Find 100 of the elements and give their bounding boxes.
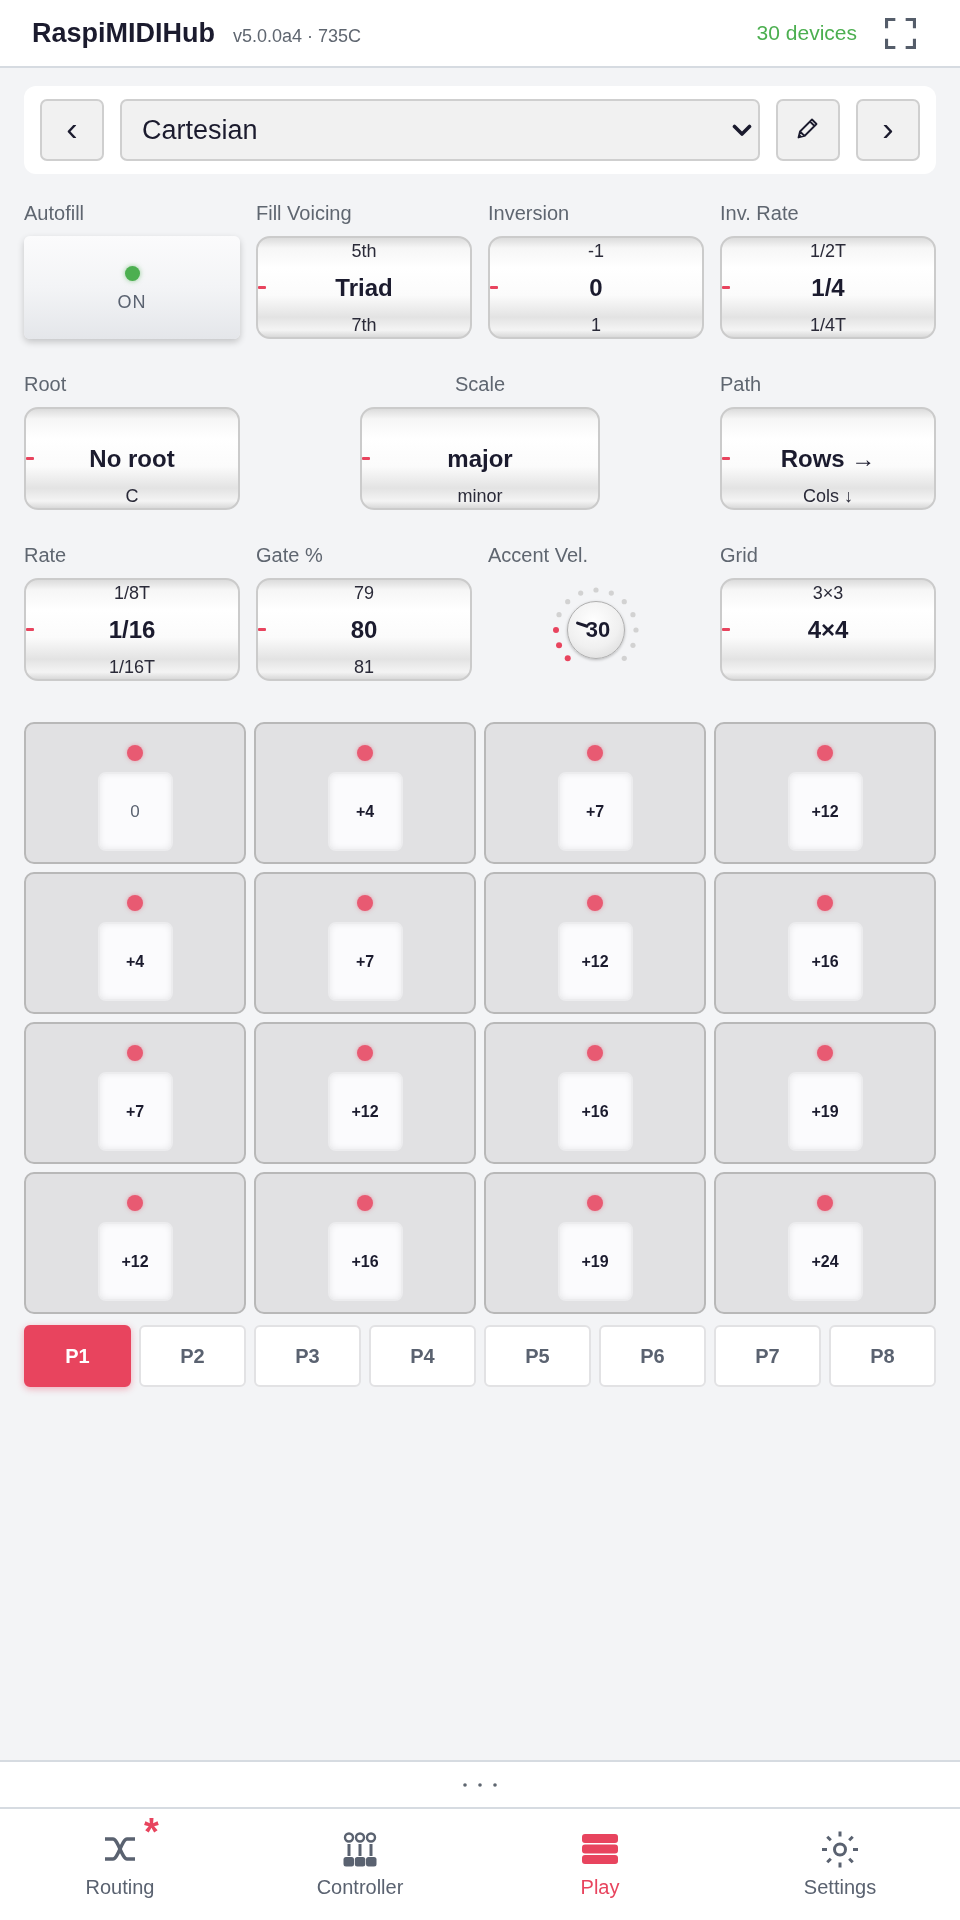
previous-value: 79 — [354, 583, 374, 603]
led-icon — [357, 895, 373, 911]
previous-value: 1/2T — [810, 241, 846, 261]
led-icon — [587, 1195, 603, 1211]
led-icon — [127, 1045, 143, 1061]
step-pad[interactable]: +16 — [714, 872, 936, 1014]
current-value: 1/4 — [811, 274, 845, 301]
marker-icon — [362, 456, 370, 460]
step-pad[interactable]: 0 — [24, 722, 246, 864]
interval-key[interactable]: +16 — [327, 1222, 403, 1301]
pattern-button[interactable]: P1 — [24, 1325, 131, 1387]
step-pad[interactable]: +19 — [714, 1022, 936, 1164]
interval-key[interactable]: +12 — [787, 772, 863, 851]
interval-key[interactable]: +24 — [787, 1222, 863, 1301]
previous-value: 3×3 — [812, 583, 844, 603]
current-value: Triad — [335, 274, 393, 301]
interval-key[interactable]: +7 — [557, 772, 633, 851]
interval-key[interactable]: +16 — [557, 1072, 633, 1151]
interval-key[interactable]: +7 — [97, 1072, 173, 1151]
previous-button[interactable]: ‹ — [40, 99, 104, 161]
version-text: v5.0.0a4 · 735C — [233, 24, 362, 48]
step-pad[interactable]: +4 — [24, 872, 246, 1014]
led-icon — [357, 1045, 373, 1061]
marker-icon — [722, 285, 730, 289]
interval-key[interactable]: +19 — [557, 1222, 633, 1301]
nav-tab[interactable]: Play — [480, 1809, 720, 1920]
value-spinner[interactable]: major minor — [360, 407, 600, 510]
control-label: Grid — [720, 544, 758, 566]
fullscreen-icon[interactable] — [885, 17, 916, 49]
interval-key[interactable]: 0 — [97, 772, 173, 851]
marker-icon — [26, 456, 34, 460]
pattern-button[interactable]: P4 — [369, 1325, 476, 1387]
control-label: Rate — [24, 544, 67, 566]
current-value: 0 — [589, 274, 603, 301]
interval-key[interactable]: +19 — [787, 1072, 863, 1151]
interval-key[interactable]: +12 — [97, 1222, 173, 1301]
pattern-button[interactable]: P6 — [599, 1325, 706, 1387]
nav-tab[interactable]: Controller — [240, 1809, 480, 1920]
interval-key[interactable]: +4 — [327, 772, 403, 851]
control-label: Inversion — [488, 202, 570, 224]
led-icon — [127, 745, 143, 761]
device-count: 30 devices — [756, 20, 857, 47]
crossed-paths-icon — [104, 1836, 136, 1862]
step-pad[interactable]: +12 — [714, 722, 936, 864]
next-value: 7th — [351, 315, 377, 335]
toggle-button[interactable]: ON — [24, 236, 240, 339]
control-label: Accent Vel. — [488, 544, 589, 566]
current-value: 1/16 — [108, 616, 156, 643]
pattern-button[interactable]: P5 — [484, 1325, 591, 1387]
marker-icon — [26, 627, 34, 631]
pattern-button[interactable]: P3 — [254, 1325, 361, 1387]
edit-button[interactable] — [776, 99, 840, 161]
current-value: Rows → — [780, 445, 876, 472]
step-pad[interactable]: +7 — [24, 1022, 246, 1164]
marker-icon — [490, 285, 498, 289]
interval-key[interactable]: +12 — [327, 1072, 403, 1151]
step-pad[interactable]: +16 — [484, 1022, 706, 1164]
drag-handle-icon[interactable] — [463, 1782, 497, 1787]
next-value: minor — [457, 486, 503, 506]
step-pad[interactable]: +12 — [484, 872, 706, 1014]
pattern-button[interactable]: P8 — [829, 1325, 936, 1387]
value-spinner[interactable]: 1/8T 1/16 1/16T — [24, 578, 240, 681]
interval-key[interactable]: +12 — [557, 922, 633, 1001]
control-label: Gate % — [256, 544, 323, 566]
step-pad[interactable]: +12 — [254, 1022, 476, 1164]
stacked-bars-icon — [582, 1834, 618, 1864]
scale-dot-icon — [565, 598, 571, 604]
next-button[interactable]: › — [856, 99, 920, 161]
chevron-down-icon — [732, 123, 752, 137]
pattern-button[interactable]: P7 — [714, 1325, 821, 1387]
led-icon — [127, 1195, 143, 1211]
step-pad[interactable]: +7 — [484, 722, 706, 864]
led-icon — [817, 745, 833, 761]
step-pad[interactable]: +19 — [484, 1172, 706, 1314]
control-label: Root — [24, 373, 67, 395]
step-pad[interactable]: +24 — [714, 1172, 936, 1314]
preset-select[interactable]: Cartesian — [120, 99, 760, 161]
interval-key[interactable]: +7 — [327, 922, 403, 1001]
next-value: Cols ↓ — [803, 486, 853, 506]
value-spinner[interactable]: 79 80 81 — [256, 578, 472, 681]
value-spinner[interactable]: -1 0 1 — [488, 236, 704, 339]
value-spinner[interactable]: 5th Triad 7th — [256, 236, 472, 339]
step-pad[interactable]: +4 — [254, 722, 476, 864]
value-spinner[interactable]: Rows → Cols ↓ — [720, 407, 936, 510]
value-spinner[interactable]: 3×3 4×4 — [720, 578, 936, 681]
interval-key[interactable]: +16 — [787, 922, 863, 1001]
step-pad[interactable]: +7 — [254, 872, 476, 1014]
value-spinner[interactable]: No root C — [24, 407, 240, 510]
next-value: 1 — [591, 315, 601, 335]
nav-tab[interactable]: Settings — [720, 1809, 960, 1920]
current-value: major — [447, 445, 513, 472]
pattern-button[interactable]: P2 — [139, 1325, 246, 1387]
velocity-knob[interactable]: 30 — [567, 600, 625, 659]
scale-dot-icon — [630, 611, 636, 617]
control-label: Path — [720, 373, 762, 395]
led-icon — [587, 1045, 603, 1061]
interval-key[interactable]: +4 — [97, 922, 173, 1001]
value-spinner[interactable]: 1/2T 1/4 1/4T — [720, 236, 936, 339]
step-pad[interactable]: +16 — [254, 1172, 476, 1314]
step-pad[interactable]: +12 — [24, 1172, 246, 1314]
